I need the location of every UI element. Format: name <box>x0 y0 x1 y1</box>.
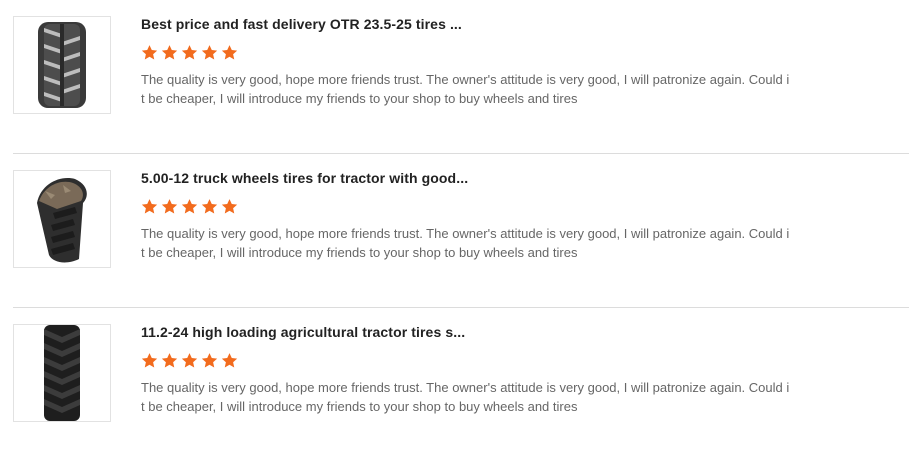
star-icon <box>201 45 218 60</box>
star-icon <box>161 45 178 60</box>
review-list: Best price and fast delivery OTR 23.5-25… <box>13 0 909 462</box>
product-thumbnail[interactable] <box>13 170 111 268</box>
product-title-link[interactable]: Best price and fast delivery OTR 23.5-25… <box>141 14 801 34</box>
star-rating <box>141 198 801 218</box>
star-icon <box>141 199 158 214</box>
star-rating <box>141 352 801 372</box>
star-icon <box>181 199 198 214</box>
product-thumbnail[interactable] <box>13 16 111 114</box>
star-icon <box>221 353 238 368</box>
agricultural-tire-image <box>44 325 80 421</box>
tractor-tire-image <box>37 178 87 263</box>
star-icon <box>201 353 218 368</box>
star-icon <box>221 199 238 214</box>
review-item: 11.2-24 high loading agricultural tracto… <box>13 308 909 462</box>
product-title-link[interactable]: 11.2-24 high loading agricultural tracto… <box>141 322 801 342</box>
review-item: Best price and fast delivery OTR 23.5-25… <box>13 0 909 154</box>
review-comment: The quality is very good, hope more frie… <box>141 72 790 106</box>
otr-loader-tire-image <box>38 22 86 108</box>
review-comment: The quality is very good, hope more frie… <box>141 226 790 260</box>
review-content: Best price and fast delivery OTR 23.5-25… <box>141 14 801 108</box>
star-icon <box>141 353 158 368</box>
star-icon <box>161 199 178 214</box>
star-rating <box>141 44 801 64</box>
star-icon <box>181 353 198 368</box>
review-item: 5.00-12 truck wheels tires for tractor w… <box>13 154 909 308</box>
star-icon <box>141 45 158 60</box>
star-icon <box>181 45 198 60</box>
product-title-link[interactable]: 5.00-12 truck wheels tires for tractor w… <box>141 168 801 188</box>
star-icon <box>221 45 238 60</box>
review-content: 11.2-24 high loading agricultural tracto… <box>141 322 801 416</box>
review-comment: The quality is very good, hope more frie… <box>141 380 790 414</box>
star-icon <box>161 353 178 368</box>
review-content: 5.00-12 truck wheels tires for tractor w… <box>141 168 801 262</box>
star-icon <box>201 199 218 214</box>
product-thumbnail[interactable] <box>13 324 111 422</box>
